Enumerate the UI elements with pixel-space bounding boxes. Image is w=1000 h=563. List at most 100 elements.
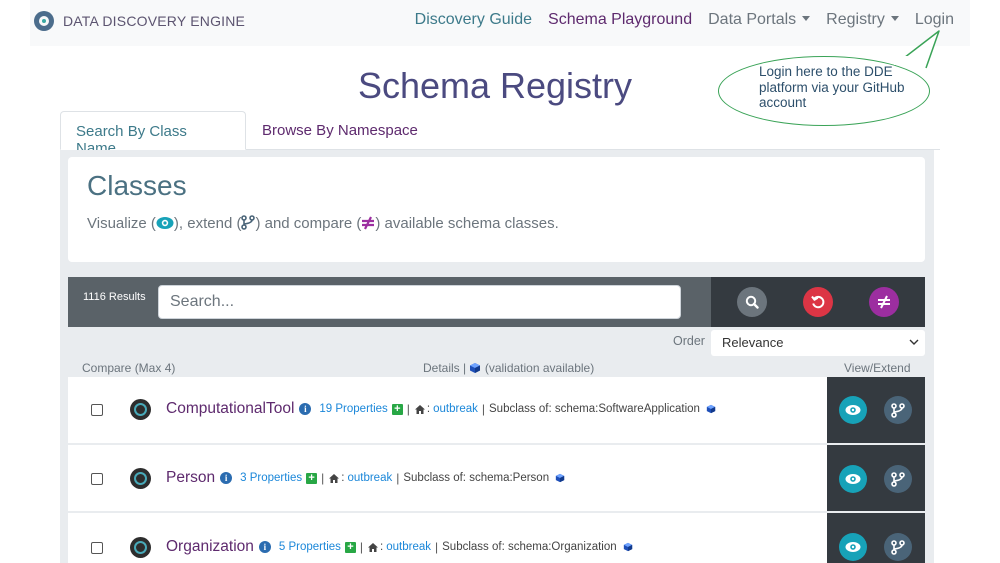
nav-registry-label: Registry	[826, 11, 885, 28]
eye-icon	[156, 217, 174, 229]
desc-text-1: Visualize (	[87, 215, 156, 232]
home-icon	[329, 473, 340, 483]
reset-icon	[811, 295, 825, 309]
nav-data-portals-dropdown[interactable]: Data Portals	[708, 11, 811, 29]
caret-down-icon	[802, 16, 811, 21]
view-button[interactable]	[839, 533, 867, 561]
order-select[interactable]: Relevance	[711, 330, 925, 356]
validation-cube-icon	[706, 404, 716, 414]
subclass-text: Subclass of: schema:Organization	[442, 541, 617, 553]
nav-login[interactable]: Login	[915, 11, 954, 29]
nav-data-portals-label: Data Portals	[708, 11, 797, 28]
namespace-label: :	[380, 541, 384, 553]
subclass-text: Subclass of: schema:Person	[403, 472, 550, 484]
nav-links: Discovery Guide Schema Playground Data P…	[399, 11, 954, 29]
properties-link[interactable]: 3 Properties	[240, 472, 302, 484]
class-icon	[130, 537, 151, 558]
not-equal-icon	[362, 216, 375, 230]
brand[interactable]: DATA DISCOVERY ENGINE	[34, 10, 245, 32]
chevron-down-icon	[909, 339, 919, 345]
compare-checkbox[interactable]	[91, 404, 103, 416]
search-button[interactable]	[737, 287, 767, 317]
tab-search-by-class-name[interactable]: Search By Class Name	[60, 111, 246, 157]
view-button[interactable]	[839, 465, 867, 493]
brand-name: DATA DISCOVERY ENGINE	[63, 13, 246, 29]
eye-icon	[845, 405, 861, 415]
separator: |	[406, 402, 410, 416]
properties-link[interactable]: 5 Properties	[279, 541, 341, 553]
info-icon[interactable]: i	[299, 403, 312, 415]
namespace-label: :	[341, 472, 345, 484]
compare-checkbox[interactable]	[91, 473, 103, 485]
namespace-link[interactable]: outbreak	[433, 403, 478, 415]
nav-registry-dropdown[interactable]: Registry	[826, 11, 899, 29]
extend-button[interactable]	[884, 465, 912, 493]
validation-cube-icon	[470, 363, 481, 373]
view-button[interactable]	[839, 396, 867, 424]
not-equal-icon	[878, 295, 890, 309]
nav-schema-playground[interactable]: Schema Playground	[548, 11, 692, 29]
class-row-details: ComputationalTool i 19 Properties + | : …	[166, 400, 716, 418]
reset-button[interactable]	[803, 287, 833, 317]
details-header-prefix: Details |	[423, 361, 467, 375]
separator: |	[435, 540, 439, 554]
caret-down-icon	[890, 16, 899, 21]
home-icon	[368, 542, 379, 552]
plus-icon[interactable]: +	[306, 472, 318, 484]
compare-checkbox[interactable]	[91, 542, 103, 554]
fork-icon	[891, 402, 905, 418]
info-icon[interactable]: i	[258, 541, 271, 553]
home-icon	[414, 404, 425, 414]
tab-bar: Search By Class Name Browse By Namespace	[60, 111, 940, 157]
class-row-details: Organization i 5 Properties + | : outbre…	[166, 538, 633, 556]
classes-heading: Classes	[87, 170, 187, 201]
class-row-details: Person i 3 Properties + | : outbreak | S…	[166, 469, 565, 487]
separator: |	[321, 471, 325, 485]
order-label: Order	[673, 334, 705, 348]
desc-text-2: ), extend (	[173, 215, 242, 232]
results-count: 1116 Results	[83, 291, 146, 303]
eye-icon	[845, 542, 861, 552]
namespace-link[interactable]: outbreak	[347, 472, 392, 484]
page-title: Schema Registry	[357, 65, 633, 106]
class-name[interactable]: Organization	[166, 538, 254, 556]
classes-hero	[68, 157, 925, 262]
class-icon	[130, 468, 151, 489]
desc-text-3: ) and compare (	[255, 215, 362, 232]
search-icon	[745, 295, 759, 309]
extend-button[interactable]	[884, 396, 912, 424]
namespace-link[interactable]: outbreak	[386, 541, 431, 553]
class-icon	[130, 399, 151, 420]
details-header-suffix: (validation available)	[484, 361, 595, 375]
dde-logo-icon	[34, 11, 54, 31]
compare-button[interactable]	[869, 287, 899, 317]
order-selected-value: Relevance	[722, 335, 784, 350]
validation-cube-icon	[555, 473, 565, 483]
namespace-label: :	[426, 403, 431, 415]
details-column-header: Details | (validation available)	[423, 361, 594, 375]
compare-column-header: Compare (Max 4)	[82, 361, 176, 375]
view-extend-column-header: View/Extend	[844, 361, 911, 375]
fork-icon	[891, 539, 905, 555]
top-navbar: DATA DISCOVERY ENGINE Discovery Guide Sc…	[30, 0, 970, 46]
search-input[interactable]	[158, 285, 681, 319]
extend-button[interactable]	[884, 533, 912, 561]
separator: |	[396, 471, 400, 485]
class-name[interactable]: Person	[166, 469, 215, 487]
separator: |	[481, 402, 486, 416]
eye-icon	[845, 474, 861, 484]
nav-discovery-guide[interactable]: Discovery Guide	[415, 11, 532, 29]
validation-cube-icon	[623, 542, 632, 552]
tab-browse-by-namespace[interactable]: Browse By Namespace	[247, 111, 433, 150]
plus-icon[interactable]: +	[391, 403, 403, 415]
separator: |	[359, 540, 364, 554]
info-icon[interactable]: i	[220, 472, 233, 484]
properties-link[interactable]: 19 Properties	[319, 403, 387, 415]
desc-text-4: ) available schema classes.	[375, 215, 559, 232]
subclass-text: Subclass of: schema:SoftwareApplication	[489, 403, 700, 415]
class-name[interactable]: ComputationalTool	[166, 400, 294, 418]
fork-icon	[241, 215, 256, 230]
plus-icon[interactable]: +	[344, 541, 356, 553]
fork-icon	[891, 471, 905, 487]
classes-description: Visualize ( ), extend ( ) and compare ( ) a…	[87, 215, 559, 232]
